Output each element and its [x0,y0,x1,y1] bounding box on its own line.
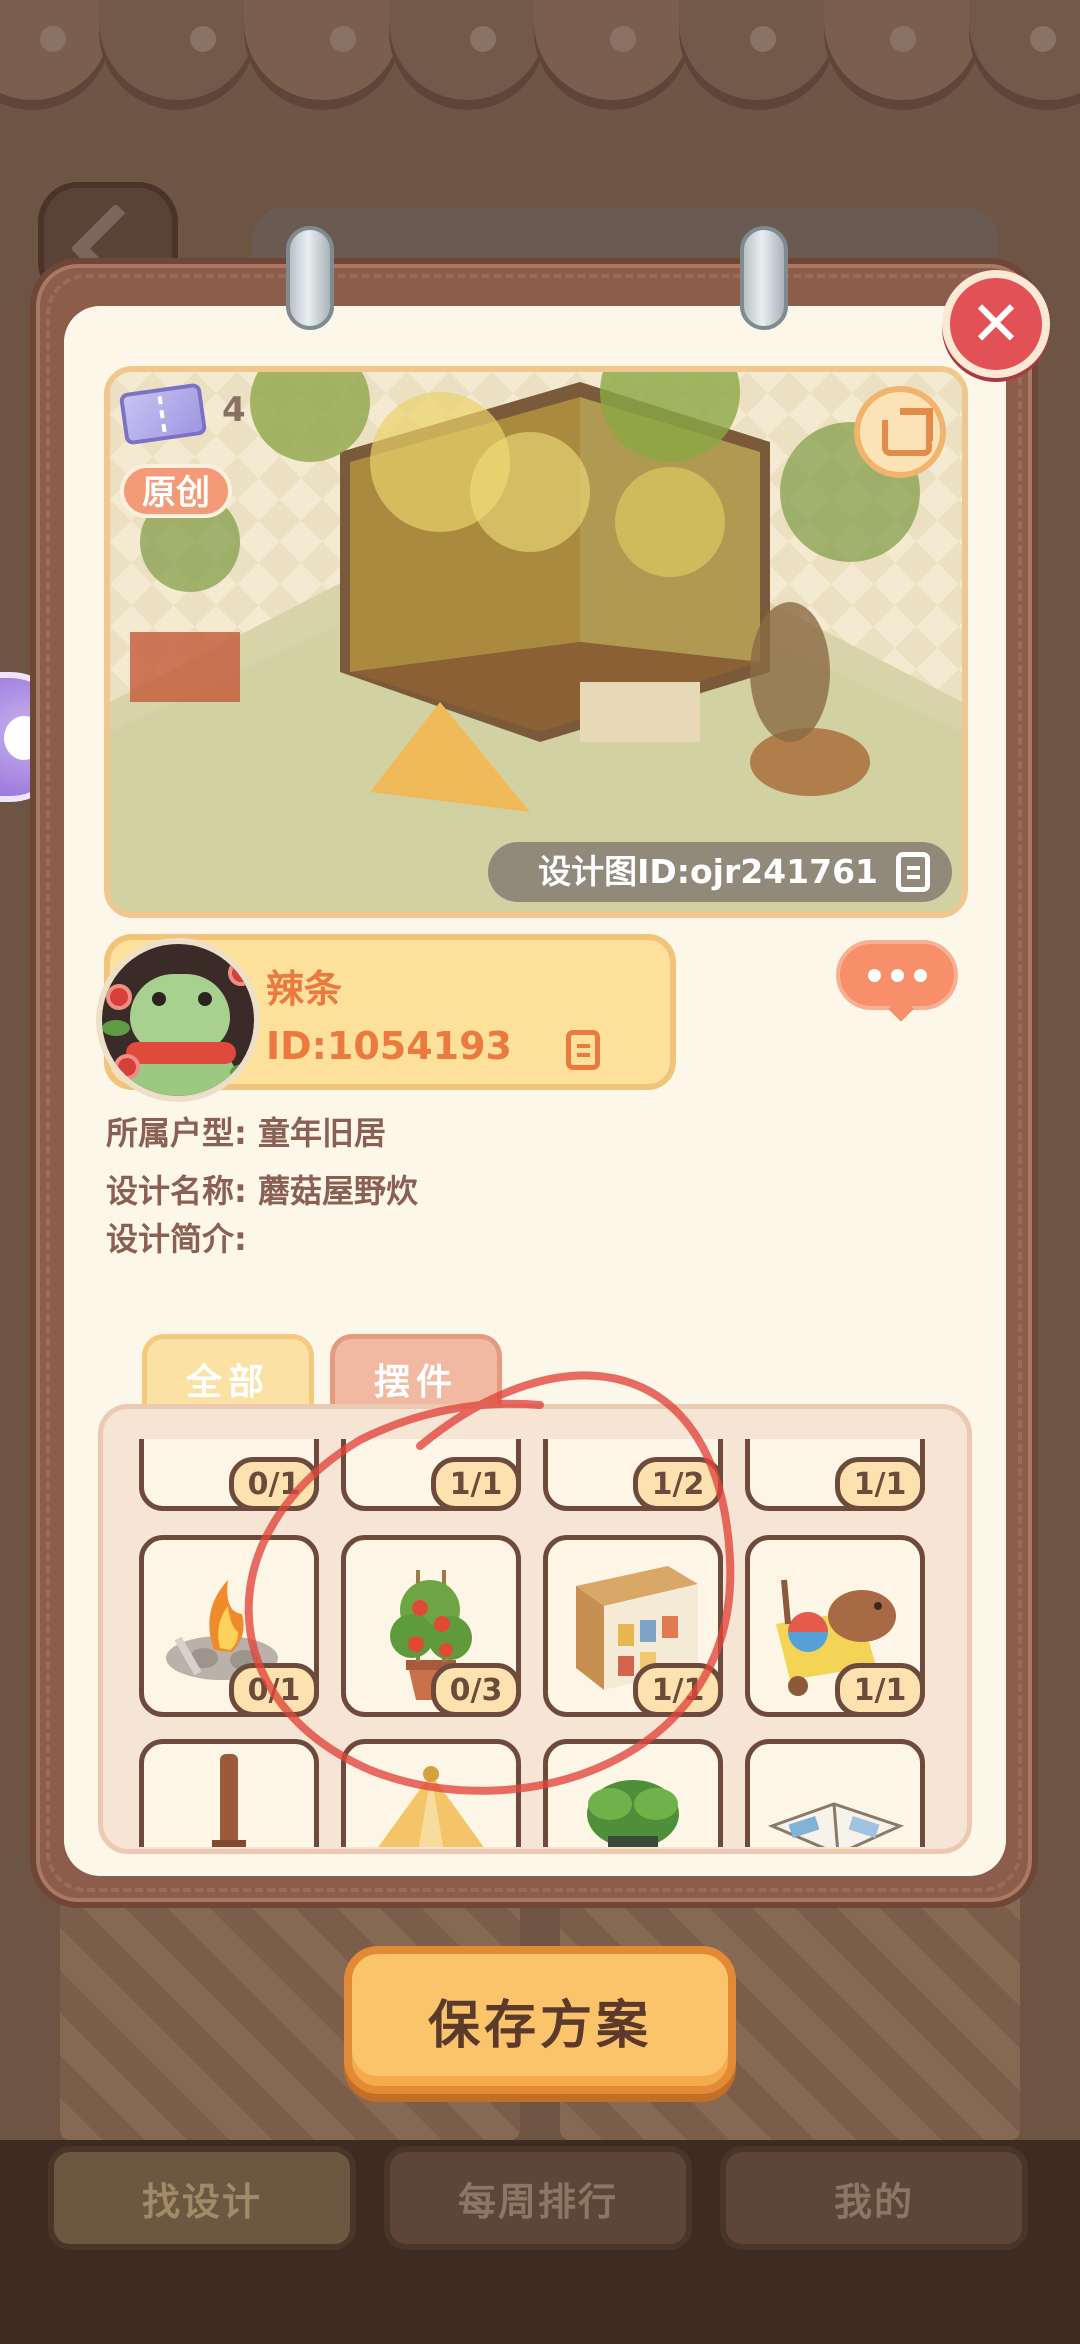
nav-tab-mine[interactable]: 我的 [720,2146,1028,2250]
original-badge: 原创 [120,464,232,518]
author-id: ID:1054193 [266,1024,512,1068]
binder-ring-right [740,226,788,330]
design-id-pill: 设计图ID:ojr241761 [488,842,952,902]
item-cell[interactable] [745,1739,925,1847]
design-preview[interactable]: 4 原创 设计图ID:ojr241761 [104,366,968,918]
potted-plant-icon [587,1780,679,1847]
item-cell[interactable]: 1/1 [341,1439,521,1511]
close-button[interactable]: ✕ [942,270,1050,378]
room-preview-image [110,372,962,912]
furniture-grid: 0/1 1/1 1/2 1/1 0/1 0/3 1/1 1/1 [98,1404,972,1854]
item-count: 1/2 [633,1457,723,1511]
open-book-icon [767,1802,905,1847]
item-cell[interactable]: 1/1 [543,1535,723,1717]
house-type: 所属户型: 童年旧居 [106,1114,386,1152]
wooden-post-icon [212,1754,246,1847]
avatar[interactable] [96,938,260,1102]
copy-id-icon[interactable] [566,1030,600,1070]
save-plan-button[interactable]: 保存方案 [344,1946,736,2094]
design-name: 设计名称: 蘑菇屋野炊 [106,1172,418,1210]
item-cell[interactable] [341,1739,521,1847]
item-count: 0/1 [229,1457,319,1511]
more-options-button[interactable] [836,940,958,1010]
item-cell[interactable]: 1/2 [543,1439,723,1511]
item-count: 1/1 [835,1663,925,1717]
item-count: 1/1 [835,1457,925,1511]
item-cell[interactable]: 0/1 [139,1535,319,1717]
share-button[interactable] [854,386,946,478]
nav-tab-find-design[interactable]: 找设计 [48,2146,356,2250]
ticket-count: 4 [222,390,246,430]
author-name: 辣条 [266,967,343,1011]
binder-ring-left [286,226,334,330]
design-id-text: 设计图ID:ojr241761 [538,852,878,891]
item-cell[interactable]: 1/1 [745,1535,925,1717]
item-count: 1/1 [633,1663,723,1717]
design-intro: 设计简介: [106,1220,247,1258]
copy-icon[interactable] [896,852,930,892]
item-count: 0/1 [229,1663,319,1717]
item-cell[interactable]: 0/1 [139,1439,319,1511]
item-cell[interactable]: 0/3 [341,1535,521,1717]
tent-icon [378,1766,484,1847]
item-count: 0/3 [431,1663,521,1717]
item-count: 1/1 [431,1457,521,1511]
nav-tab-weekly-rank[interactable]: 每周排行 [384,2146,692,2250]
awning-dots [0,26,1080,56]
item-cell[interactable] [543,1739,723,1847]
item-cell[interactable] [139,1739,319,1847]
item-cell[interactable]: 1/1 [745,1439,925,1511]
